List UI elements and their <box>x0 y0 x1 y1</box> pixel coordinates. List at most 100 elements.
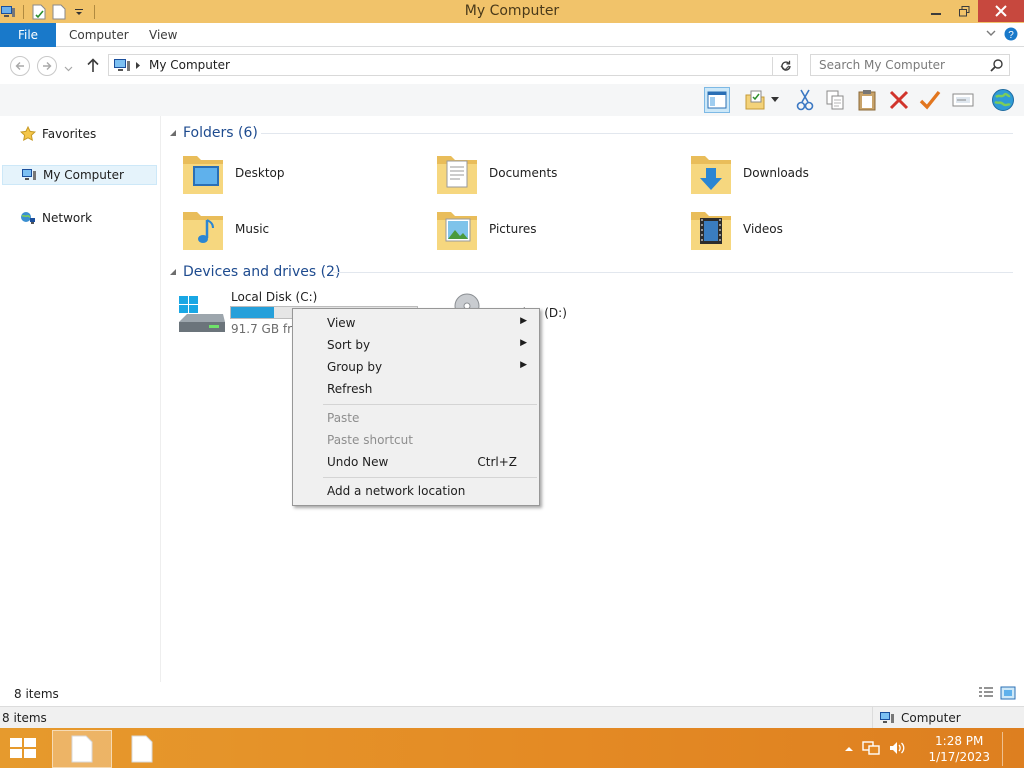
apply-button[interactable] <box>917 87 943 113</box>
folder-label: Downloads <box>743 166 809 180</box>
folder-music[interactable]: Music <box>165 204 405 256</box>
menu-item-label: View <box>327 316 356 330</box>
preview-pane-button[interactable] <box>704 87 730 113</box>
volume-icon[interactable] <box>888 740 906 759</box>
properties-dropdown-button[interactable] <box>768 87 782 113</box>
folder-videos[interactable]: Videos <box>673 204 913 256</box>
menu-item-paste-shortcut[interactable]: Paste shortcut <box>295 429 537 451</box>
content-pane[interactable]: Folders (6) Desktop Documents Downloads … <box>161 116 1024 682</box>
system-tray: 1:28 PM 1/17/2023 <box>844 732 1008 766</box>
back-arrow-icon <box>15 62 24 70</box>
group-header-drives[interactable]: Devices and drives (2) <box>169 262 340 282</box>
close-button[interactable] <box>978 0 1024 22</box>
details-view-icon <box>979 687 993 697</box>
paste-icon <box>858 90 876 111</box>
globe-button[interactable] <box>990 87 1016 113</box>
copy-button[interactable] <box>822 87 848 113</box>
item-count-bottom: 8 items <box>2 711 47 725</box>
show-desktop-button[interactable] <box>1002 732 1008 766</box>
rename-button[interactable] <box>950 87 976 113</box>
forward-button[interactable] <box>37 56 57 76</box>
start-button[interactable] <box>8 736 40 762</box>
taskbar: 1:28 PM 1/17/2023 <box>0 728 1024 768</box>
address-bar[interactable]: My Computer <box>108 54 798 76</box>
folder-desktop[interactable]: Desktop <box>165 148 405 200</box>
folder-label: Desktop <box>235 166 285 180</box>
delete-button[interactable] <box>886 87 912 113</box>
chevron-down-icon[interactable] <box>986 27 996 44</box>
menu-item-label: Sort by <box>327 338 371 352</box>
details-view-button[interactable] <box>978 686 994 703</box>
back-button[interactable] <box>10 56 30 76</box>
paste-button[interactable] <box>854 87 880 113</box>
clock[interactable]: 1:28 PM 1/17/2023 <box>928 733 990 765</box>
menu-item-refresh[interactable]: Refresh <box>295 378 537 400</box>
up-arrow-icon <box>87 58 99 72</box>
refresh-button[interactable] <box>772 57 798 75</box>
taskbar-app-explorer[interactable] <box>52 730 112 768</box>
group-divider <box>333 272 1013 273</box>
show-hidden-icons-button[interactable] <box>844 742 854 756</box>
tab-view[interactable]: View <box>149 23 177 47</box>
clock-date: 1/17/2023 <box>928 750 990 764</box>
cut-button[interactable] <box>792 87 818 113</box>
ribbon-right-controls: ? <box>986 27 1018 44</box>
computer-icon <box>22 169 36 180</box>
folder-label: Documents <box>489 166 558 180</box>
copy-icon <box>826 90 844 110</box>
desktop-folder-icon <box>183 156 223 194</box>
folder-label: Videos <box>743 222 783 236</box>
menu-item-shortcut: Ctrl+Z <box>477 455 517 469</box>
menu-item-label: Paste <box>327 411 360 425</box>
menu-item-view[interactable]: View ▶ <box>295 312 537 334</box>
menu-item-sort-by[interactable]: Sort by ▶ <box>295 334 537 356</box>
menu-item-group-by[interactable]: Group by ▶ <box>295 356 537 378</box>
breadcrumb[interactable]: My Computer <box>149 58 230 72</box>
folder-downloads[interactable]: Downloads <box>673 148 913 200</box>
nav-item-my-computer[interactable]: My Computer <box>2 165 157 185</box>
minimize-icon <box>931 13 941 15</box>
tab-file[interactable]: File <box>0 23 56 47</box>
pictures-folder-icon <box>437 212 477 250</box>
clock-time: 1:28 PM <box>935 734 984 748</box>
up-button[interactable] <box>86 57 100 76</box>
folder-documents[interactable]: Documents <box>419 148 659 200</box>
group-divider <box>261 133 1013 134</box>
restore-button[interactable] <box>950 0 978 22</box>
cut-icon <box>796 89 814 111</box>
globe-icon <box>992 89 1014 111</box>
menu-item-add-network-location[interactable]: Add a network location <box>295 480 537 502</box>
large-icons-view-button[interactable] <box>1000 686 1016 703</box>
local-disk-icon <box>179 296 225 332</box>
minimize-button[interactable] <box>922 0 950 22</box>
chevron-up-icon <box>845 747 854 751</box>
tab-computer[interactable]: Computer <box>69 23 129 47</box>
nav-item-favorites[interactable]: Favorites <box>2 124 157 144</box>
properties-button[interactable] <box>742 87 768 113</box>
menu-item-label: Group by <box>327 360 383 374</box>
document-icon <box>131 735 153 763</box>
nav-item-network[interactable]: Network <box>2 208 157 228</box>
status-location: Computer <box>872 707 1024 729</box>
menu-separator <box>323 404 537 405</box>
properties-icon <box>745 90 765 110</box>
svg-text:?: ? <box>1008 30 1014 41</box>
taskbar-app-document[interactable] <box>112 730 172 768</box>
recent-locations-button[interactable] <box>64 62 73 76</box>
menu-item-label: Add a network location <box>327 484 466 498</box>
help-icon[interactable]: ? <box>1004 27 1018 44</box>
search-input[interactable]: Search My Computer <box>810 54 1010 76</box>
network-tray-icon[interactable] <box>862 740 881 759</box>
close-icon <box>995 5 1007 17</box>
search-placeholder: Search My Computer <box>819 58 945 72</box>
menu-item-paste[interactable]: Paste <box>295 407 537 429</box>
network-icon <box>21 212 35 224</box>
windows-logo-icon <box>10 738 36 758</box>
menu-item-label: Paste shortcut <box>327 433 413 447</box>
menu-item-undo-new[interactable]: Undo New Ctrl+Z <box>295 451 537 473</box>
breadcrumb-chevron-icon[interactable] <box>135 59 141 73</box>
search-icon[interactable] <box>990 59 1003 75</box>
folder-pictures[interactable]: Pictures <box>419 204 659 256</box>
title-bar: My Computer <box>0 0 1024 23</box>
group-header-folders[interactable]: Folders (6) <box>169 123 258 143</box>
